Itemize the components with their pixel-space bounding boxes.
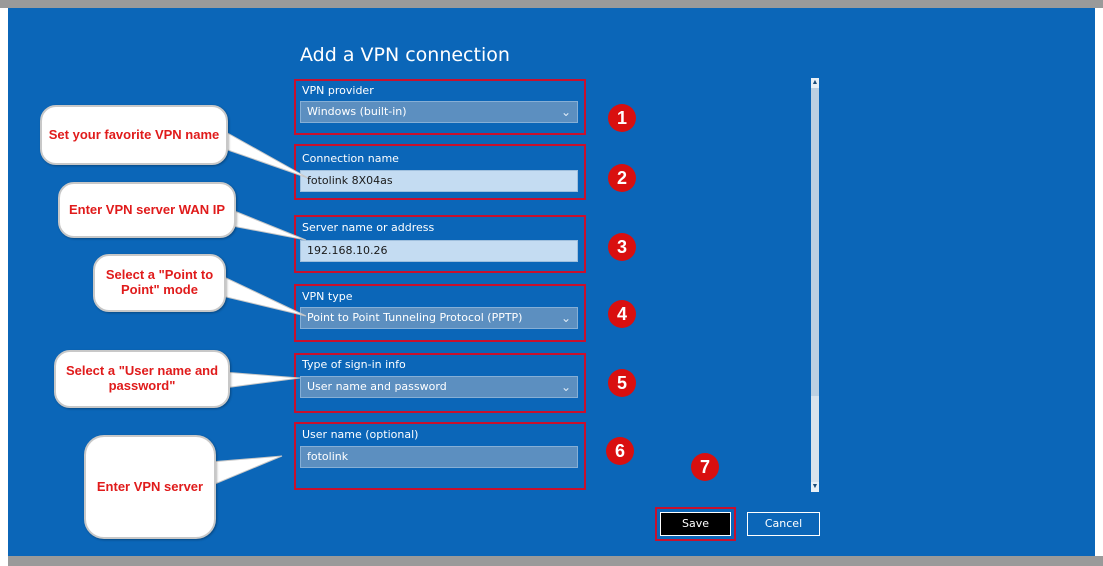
callout-pointer-3 <box>221 275 307 317</box>
arrow-down-icon[interactable]: ▼ <box>811 482 819 492</box>
callout-vpn-server: Enter VPN server <box>84 435 216 539</box>
save-button[interactable]: Save <box>660 512 731 536</box>
callout-pointer-4 <box>223 371 301 389</box>
callout-point-to-point: Select a "Point to Point" mode <box>93 254 226 312</box>
callout-vpn-name: Set your favorite VPN name <box>40 105 228 165</box>
scrollbar-thumb[interactable] <box>811 78 819 396</box>
callout-server-ip: Enter VPN server WAN IP <box>58 182 236 238</box>
callout-user-password: Select a "User name and password" <box>54 350 230 408</box>
bottom-frame-bar <box>8 556 1103 566</box>
arrow-up-icon[interactable]: ▲ <box>811 78 819 88</box>
callout-pointer-2 <box>231 209 307 241</box>
scrollbar[interactable] <box>811 78 819 492</box>
cancel-button[interactable]: Cancel <box>747 512 820 536</box>
callout-pointer-5 <box>209 455 283 487</box>
callout-pointer-1 <box>221 129 309 179</box>
